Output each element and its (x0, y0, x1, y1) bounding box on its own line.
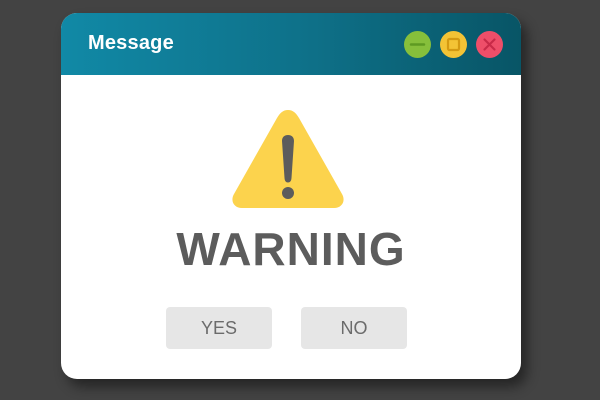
warning-heading: WARNING (176, 223, 406, 275)
no-button[interactable]: NO (301, 307, 407, 349)
close-button[interactable] (476, 31, 503, 58)
window-title: Message (88, 32, 174, 54)
maximize-button[interactable] (440, 31, 467, 58)
close-icon (483, 38, 496, 51)
maximize-icon (446, 37, 461, 52)
minimize-button[interactable] (404, 31, 431, 58)
message-dialog: Message WARNING YES NO (61, 13, 521, 379)
warning-triangle-icon (232, 110, 344, 208)
title-bar[interactable]: Message (61, 13, 521, 75)
yes-button[interactable]: YES (166, 307, 272, 349)
minimize-icon (409, 43, 426, 46)
